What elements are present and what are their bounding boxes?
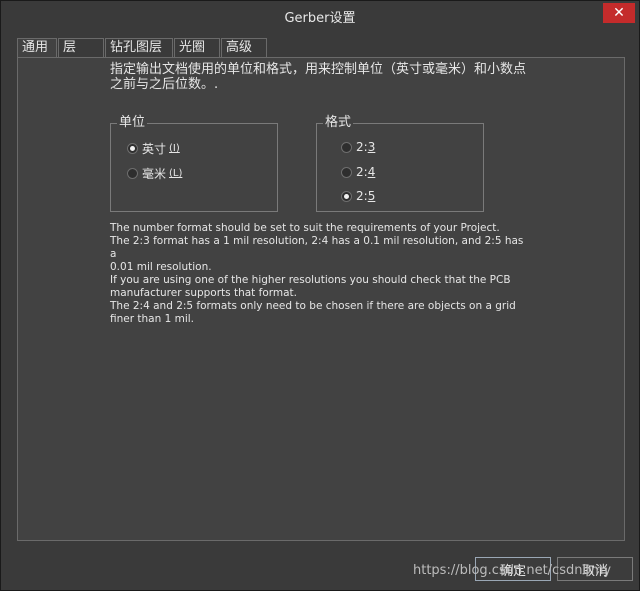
format-group: 格式 2: 3 2: 4 2: 5 [316,115,484,212]
description-line: 0.01 mil resolution. [110,261,212,273]
intro-text: 指定输出文档使用的单位和格式，用来控制单位（英寸或毫米）和小数点 之前与之后位数… [110,62,580,92]
format-group-title: 格式 [323,115,354,131]
title-bar[interactable]: Gerber设置 ✕ [1,1,639,31]
format-2-3-accel: 3 [367,140,376,154]
units-group-title: 单位 [117,115,148,131]
format-2-3-prefix: 2: [356,140,368,154]
units-mm-label: 毫米 [142,167,167,181]
tab-apertures[interactable]: 光圈 [174,38,220,57]
window-title: Gerber设置 [284,11,356,26]
units-group: 单位 英寸 (I) 毫米 (L) [110,115,278,212]
description-line: The 2:4 and 2:5 formats only need to be … [110,300,516,312]
tab-layers[interactable]: 层 [58,38,104,57]
format-2-4-radio[interactable]: 2: 4 [341,165,375,179]
tab-advanced[interactable]: 高级 [221,38,267,57]
units-mm-accel: (L) [169,168,183,179]
description-line: manufacturer supports that format. [110,287,298,299]
radio-selected-icon [341,190,352,202]
description-line: If you are using one of the higher resol… [110,274,511,286]
format-2-5-radio[interactable]: 2: 5 [341,189,375,203]
description-line: finer than 1 mil. [110,313,194,325]
units-mm-radio[interactable]: 毫米 (L) [127,165,182,182]
format-2-4-accel: 4 [367,165,376,179]
intro-line-1: 指定输出文档使用的单位和格式，用来控制单位（英寸或毫米）和小数点 [110,62,527,77]
format-2-5-prefix: 2: [356,189,368,203]
general-panel: 指定输出文档使用的单位和格式，用来控制单位（英寸或毫米）和小数点 之前与之后位数… [17,57,625,541]
radio-selected-icon [127,143,138,154]
watermark-text: https://blog.csdn.net/csdnbmy [413,563,612,578]
units-inches-label: 英寸 [142,142,167,156]
tab-bar: 通用 层 钻孔图层 光圈 高级 [17,38,268,58]
close-button[interactable]: ✕ [603,3,635,23]
radio-unselected-icon [127,168,138,179]
gerber-settings-dialog: Gerber设置 ✕ 通用 层 钻孔图层 光圈 高级 指定输出文档使用的单位和格… [0,0,640,591]
tab-general[interactable]: 通用 [17,38,57,58]
intro-line-2: 之前与之后位数。. [110,77,219,92]
description-line: The 2:3 format has a 1 mil resolution, 2… [110,235,524,260]
tab-drill-drawing[interactable]: 钻孔图层 [105,38,173,57]
units-inches-accel: (I) [169,143,180,154]
format-2-4-prefix: 2: [356,165,368,179]
format-2-3-radio[interactable]: 2: 3 [341,140,375,154]
format-description: The number format should be set to suit … [110,222,530,326]
description-line: The number format should be set to suit … [110,222,500,234]
radio-unselected-icon [341,166,352,178]
close-icon: ✕ [613,5,625,21]
format-2-5-accel: 5 [367,189,376,203]
radio-unselected-icon [341,141,352,153]
units-inches-radio[interactable]: 英寸 (I) [127,140,180,157]
